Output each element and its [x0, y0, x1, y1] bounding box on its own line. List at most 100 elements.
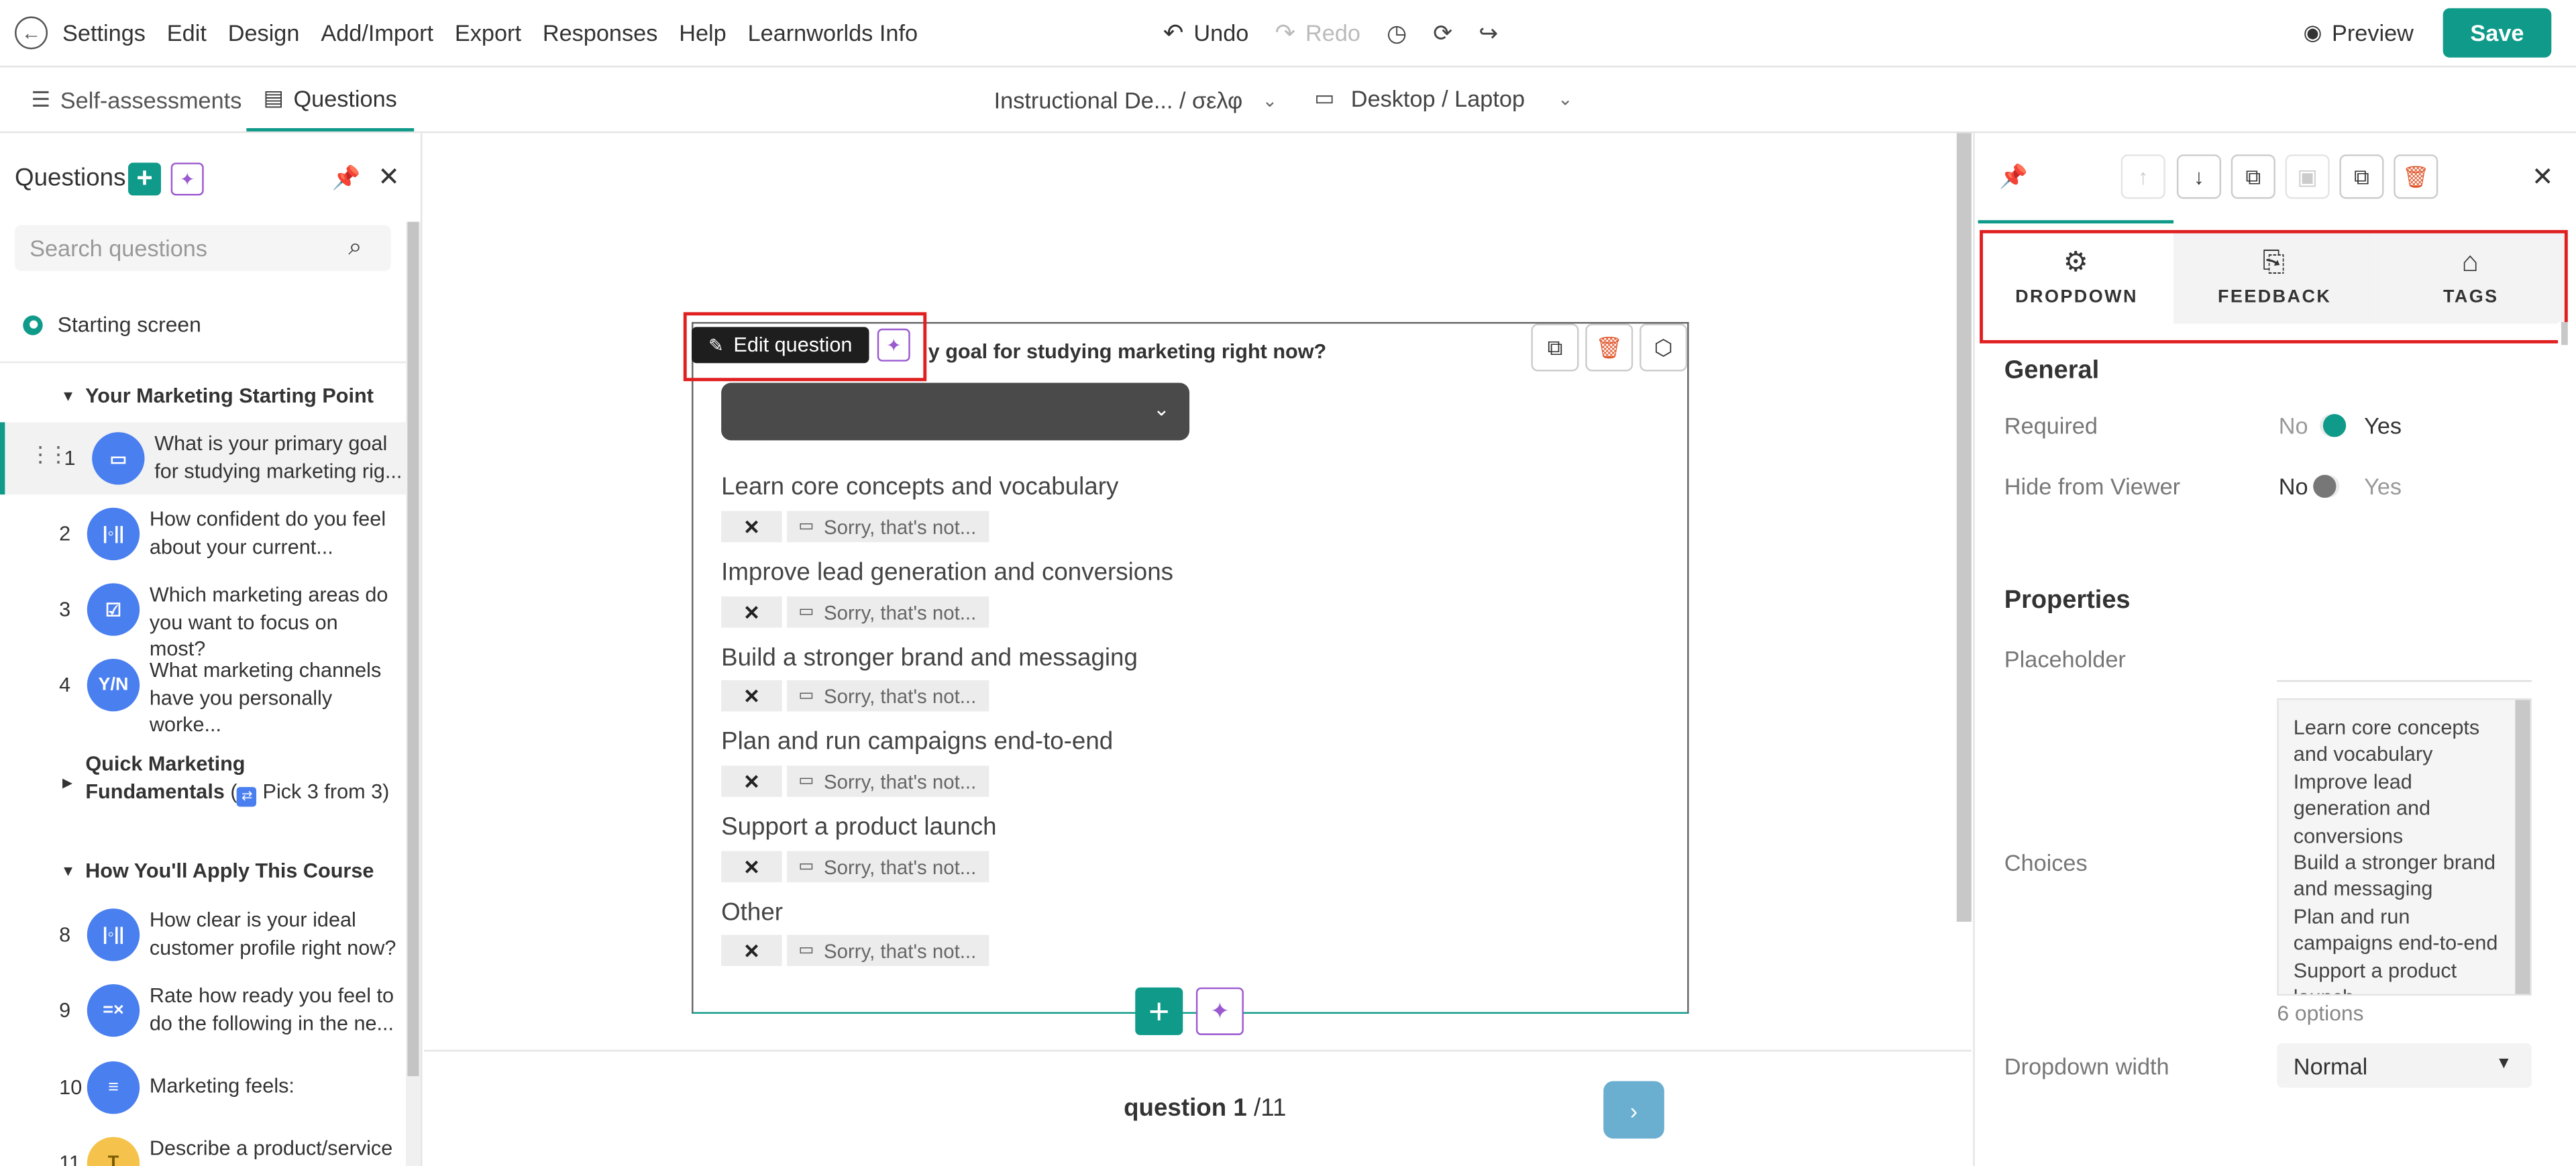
hide-no[interactable]: No: [2279, 473, 2308, 499]
slider-type-icon: ≡: [87, 1061, 140, 1114]
question-number: 9: [59, 998, 71, 1022]
required-yes[interactable]: Yes: [2364, 413, 2402, 439]
copy-button[interactable]: ⧉: [2231, 154, 2275, 199]
starting-screen-item[interactable]: Starting screen: [23, 312, 201, 337]
canvas-scrollbar[interactable]: [1956, 133, 1972, 922]
move-up-button[interactable]: ↑: [2121, 154, 2165, 199]
feedback-chip[interactable]: ▭ Sorry, that's not...: [787, 680, 989, 712]
main-menu: Settings Edit Design Add/Import Export R…: [62, 19, 939, 46]
drag-handle-icon[interactable]: ⋮⋮: [30, 442, 69, 468]
delete-button[interactable]: 🗑: [1585, 323, 1633, 372]
feedback-chip[interactable]: ▭ Sorry, that's not...: [787, 851, 989, 883]
scrollbar-thumb[interactable]: [407, 221, 419, 1077]
feedback-chip[interactable]: ▭ Sorry, that's not...: [787, 765, 989, 797]
move-down-button[interactable]: ↓: [2176, 154, 2222, 199]
tab-self-assessments[interactable]: ☰ Self-assessments: [32, 87, 242, 113]
menu-export[interactable]: Export: [455, 19, 521, 46]
panel-scrollbar[interactable]: [2558, 322, 2573, 1166]
menu-responses[interactable]: Responses: [543, 19, 658, 46]
hide-yes[interactable]: Yes: [2364, 473, 2402, 499]
menu-add-import[interactable]: Add/Import: [321, 19, 433, 46]
choices-textarea[interactable]: Learn core concepts and vocabulary Impro…: [2277, 698, 2532, 996]
section-header[interactable]: ▼ Your Marketing Starting Point: [61, 384, 374, 407]
scrollbar-thumb[interactable]: [2561, 322, 2568, 346]
preview-button[interactable]: ◉ Preview: [2303, 19, 2413, 46]
question-bank-button[interactable]: ⬡: [1640, 323, 1688, 372]
question-list-item[interactable]: 2 |◦|| How confident do you feel about y…: [0, 498, 406, 570]
search-input[interactable]: [15, 225, 391, 272]
current-question: question 1: [1124, 1094, 1247, 1122]
incorrect-mark[interactable]: ✕: [721, 596, 782, 628]
incorrect-mark[interactable]: ✕: [721, 935, 782, 967]
question-list-item[interactable]: ⋮⋮ 1 ▭ What is your primary goal for stu…: [0, 422, 406, 495]
pin-icon[interactable]: 📌: [1999, 162, 2028, 191]
redo-button[interactable]: ↷ Redo: [1275, 18, 1360, 48]
ai-add-button[interactable]: ✦: [1195, 987, 1244, 1035]
placeholder-input[interactable]: [2277, 680, 2532, 682]
starting-screen-label: Starting screen: [57, 312, 201, 337]
ai-generate-button[interactable]: ✦: [170, 162, 204, 196]
question-number: 3: [59, 598, 71, 621]
paste-button[interactable]: ▣: [2285, 154, 2330, 199]
device-selector[interactable]: ▭ Desktop / Laptop ⌄: [1314, 85, 1572, 111]
required-no[interactable]: No: [2279, 413, 2308, 439]
duplicate-button[interactable]: ⧉: [1531, 323, 1579, 372]
incorrect-mark[interactable]: ✕: [721, 511, 782, 543]
add-question-button[interactable]: +: [128, 162, 162, 196]
close-icon[interactable]: ✕: [2532, 161, 2554, 194]
question-list-item[interactable]: 3 ☑ Which marketing areas do you want to…: [0, 574, 406, 660]
question-number: 2: [59, 522, 71, 546]
close-icon[interactable]: ✕: [378, 161, 400, 194]
caret-down-icon: ▼: [60, 862, 76, 880]
question-text: How clear is your ideal customer profile…: [149, 908, 396, 959]
choice-label: Plan and run campaigns end-to-end: [721, 727, 1114, 756]
comment-icon: ▭: [798, 686, 814, 705]
save-button[interactable]: Save: [2443, 8, 2552, 58]
context-selector[interactable]: Instructional De... / σελφ ⌄: [994, 87, 1278, 113]
menu-learnworlds-info[interactable]: Learnworlds Info: [748, 19, 918, 46]
feedback-chip[interactable]: ▭ Sorry, that's not...: [787, 511, 989, 543]
search-icon[interactable]: ⌕: [348, 233, 362, 262]
menu-help[interactable]: Help: [679, 19, 727, 46]
scrollbar[interactable]: [2515, 700, 2530, 994]
answer-dropdown[interactable]: ⌄: [721, 382, 1190, 441]
question-list-item[interactable]: 10 ≡ Marketing feels:: [0, 1051, 406, 1124]
pin-icon[interactable]: 📌: [332, 164, 361, 193]
select-value: Normal: [2293, 1052, 2368, 1079]
required-toggle[interactable]: [2319, 414, 2347, 437]
section-header[interactable]: ▼ How You'll Apply This Course: [61, 859, 374, 882]
feedback-chip[interactable]: ▭ Sorry, that's not...: [787, 935, 989, 967]
share-icon[interactable]: ↪: [1479, 19, 1498, 47]
divider: [0, 361, 406, 364]
scrollbar[interactable]: [405, 221, 421, 1166]
section-title: How You'll Apply This Course: [85, 859, 374, 883]
menu-edit[interactable]: Edit: [167, 19, 207, 46]
sync-icon[interactable]: ⟳: [1433, 19, 1452, 47]
menu-design[interactable]: Design: [228, 19, 300, 46]
duplicate-button[interactable]: ⧉: [2339, 154, 2384, 199]
undo-button[interactable]: ↶ Undo: [1163, 18, 1248, 48]
chevron-down-icon: ⌄: [1558, 89, 1573, 109]
choices-text: Learn core concepts and vocabulary Impro…: [2293, 716, 2498, 994]
question-list-item[interactable]: 8 |◦|| How clear is your ideal customer …: [0, 899, 406, 971]
caret-down-icon: ▼: [2496, 1055, 2512, 1073]
back-icon[interactable]: ←: [15, 16, 48, 50]
incorrect-mark[interactable]: ✕: [721, 851, 782, 883]
feedback-chip[interactable]: ▭ Sorry, that's not...: [787, 596, 989, 628]
hide-toggle[interactable]: [2313, 474, 2340, 498]
dropdown-width-select[interactable]: Normal ▼: [2277, 1043, 2532, 1088]
section-header[interactable]: ▶ Quick Marketing Fundamentals (⇄ Pick 3…: [62, 751, 389, 806]
add-question-button[interactable]: +: [1135, 987, 1183, 1035]
redo-icon: ↷: [1275, 19, 1296, 48]
incorrect-mark[interactable]: ✕: [721, 765, 782, 797]
history-clock-icon[interactable]: ◷: [1387, 19, 1407, 47]
menu-settings[interactable]: Settings: [62, 19, 146, 46]
question-list-item[interactable]: 4 Y/N What marketing channels have you p…: [0, 649, 406, 736]
incorrect-mark[interactable]: ✕: [721, 680, 782, 712]
options-count: 6 options: [2277, 1000, 2364, 1026]
delete-button[interactable]: 🗑: [2394, 154, 2438, 199]
question-list-item[interactable]: 9 =× Rate how ready you feel to do the f…: [0, 974, 406, 1047]
tab-questions[interactable]: ▤ Questions: [246, 67, 415, 131]
next-button[interactable]: ›: [1603, 1081, 1664, 1139]
question-list-item[interactable]: 11 T Describe a product/service: [0, 1127, 406, 1166]
